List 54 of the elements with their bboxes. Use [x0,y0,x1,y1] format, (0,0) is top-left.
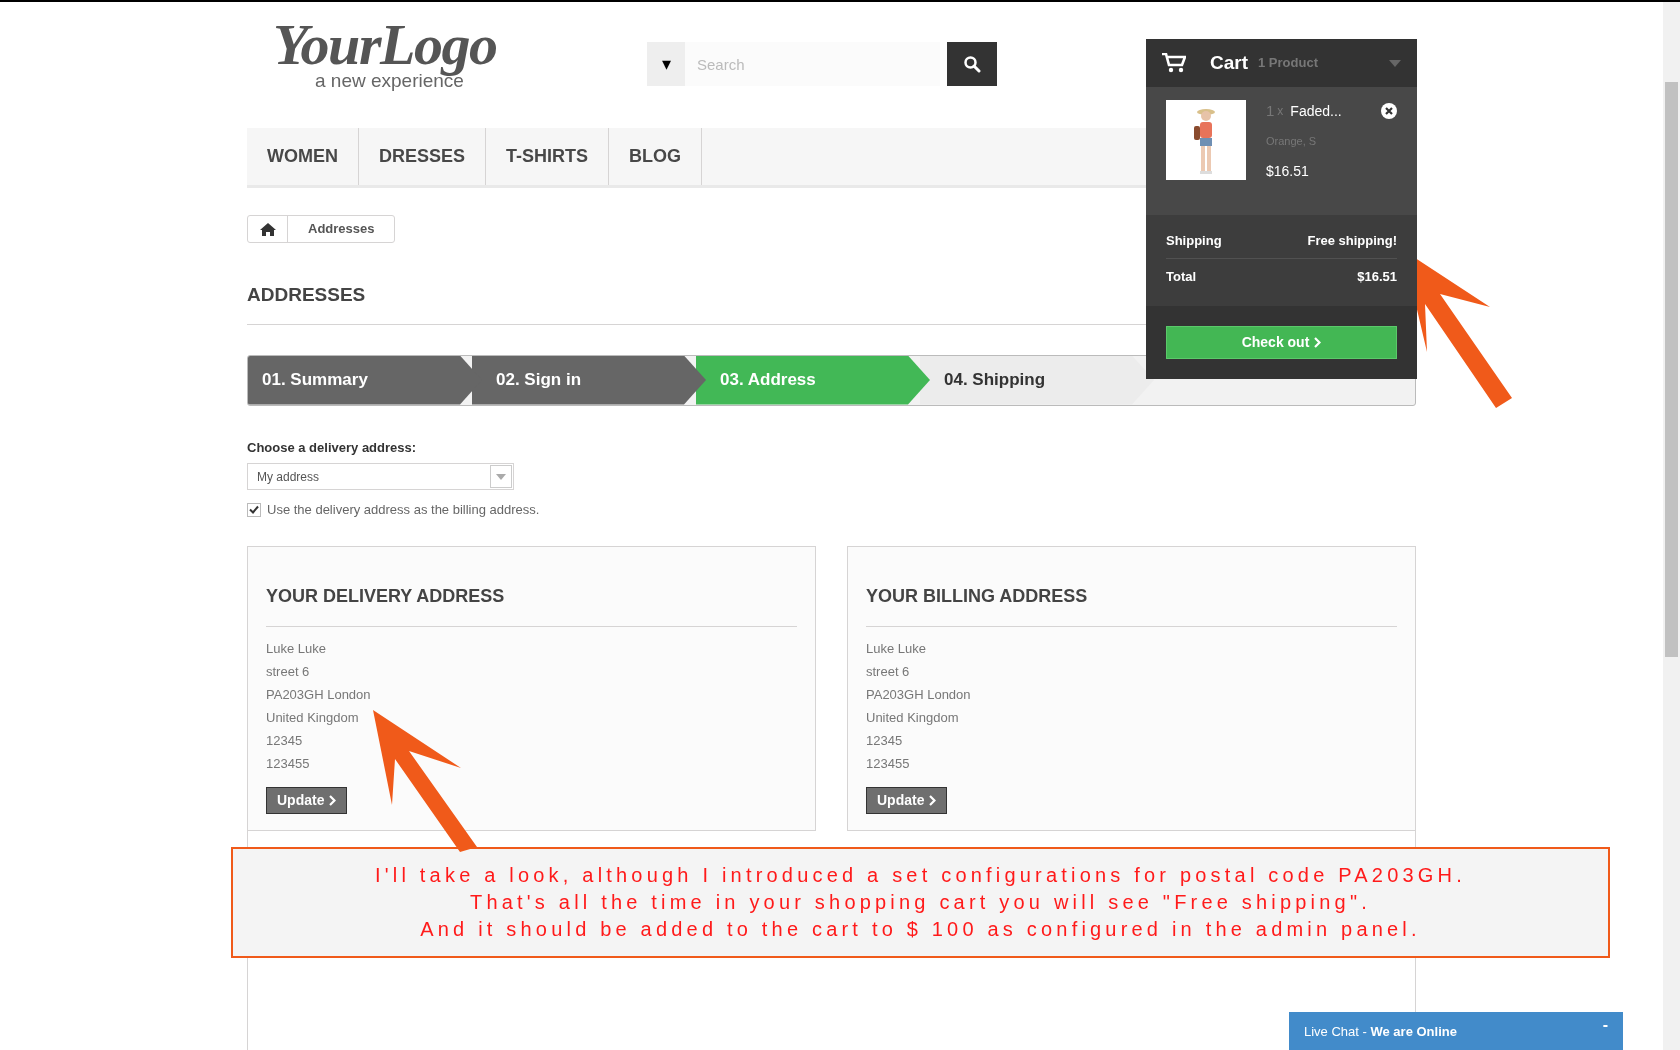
remove-icon[interactable] [1381,103,1397,120]
product-link[interactable]: Faded... [1290,100,1342,122]
breadcrumb-link[interactable]: Addresses [288,219,395,239]
chat-status: We are Online [1370,1023,1457,1042]
product-count: 1 Product [1258,54,1318,73]
dropdown-icon [490,465,512,488]
address-line: United Kingdom [266,708,360,727]
search-button[interactable] [947,42,997,86]
address-line: United Kingdom [866,708,960,727]
annotation-text: And it should be added to the cart to $ 100 as configured in the admin panel. [420,917,1421,942]
checkbox-label: Use the delivery address as the billing address. [267,501,540,519]
live-chat-bar[interactable]: Live Chat - We are Online - [1289,1012,1623,1050]
chat-label: Live Chat - [1304,1023,1368,1042]
minimize-button[interactable]: - [1602,1013,1608,1037]
update-button[interactable]: Update [866,786,948,814]
nav-link[interactable]: T-SHIRTS [486,128,610,185]
address-select[interactable]: My address [247,463,514,490]
field-label: Choose a delivery address: [247,438,418,457]
billing-checkbox[interactable] [247,502,261,517]
address-line: street 6 [866,662,911,681]
address-line: 123455 [266,754,311,773]
checkout-step: 02. Sign in [472,355,706,405]
address-line: street 6 [266,662,311,681]
address-line: 12345 [266,731,304,750]
nav-link[interactable]: DRESSES [359,128,487,185]
summary-label: Shipping [1166,232,1222,250]
chevron-icon [1314,337,1322,348]
logo-text[interactable]: YourLogo [273,12,497,78]
update-button[interactable]: Update [266,786,348,814]
nav-link[interactable]: WOMEN [247,128,359,185]
nav-link[interactable]: BLOG [609,128,703,185]
checkout-step: 03. Address [696,355,930,405]
address-line: PA203GH London [266,685,372,704]
address-line: 123455 [866,754,911,773]
item-price: $16.51 [1266,162,1310,181]
search-field[interactable]: Search [685,42,940,86]
card-heading: YOUR BILLING ADDRESS [866,582,1397,627]
address-line: Luke Luke [866,639,927,658]
cart-icon [1162,53,1186,73]
chevron-icon [329,794,337,806]
address-line: PA203GH London [866,685,972,704]
cart-title[interactable]: Cart [1210,48,1248,78]
search-icon [963,55,981,73]
annotation-text: I'll take a look, although I introduced a set configurations for postal code PA203GH. [375,863,1466,888]
checkout-step: 04. Shipping [920,355,1154,405]
address-line: 12345 [866,731,904,750]
address-line: Luke Luke [266,639,327,658]
annotation-text: That's all the time in your shopping cart you will see "Free shipping". [470,890,1371,915]
summary-value: Free shipping! [1307,232,1397,250]
scrollbar-thumb[interactable] [1665,82,1678,657]
home-icon [259,222,276,236]
chevron-icon [929,794,937,806]
card-heading: YOUR DELIVERY ADDRESS [266,582,797,627]
category-dropdown[interactable]: ▾ [647,42,685,86]
